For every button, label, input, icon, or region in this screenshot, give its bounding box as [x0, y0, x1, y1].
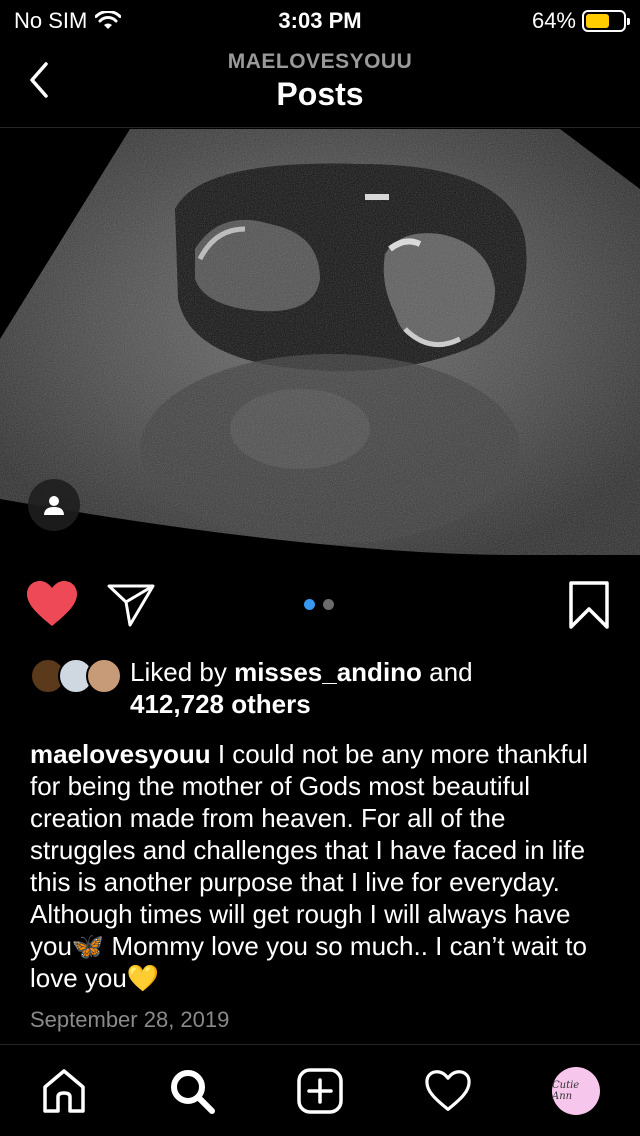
post-image[interactable] [0, 129, 640, 555]
share-paper-plane-icon[interactable] [106, 582, 156, 628]
battery-percent: 64% [531, 8, 576, 33]
caption-username[interactable]: maelovesyouu [30, 739, 211, 769]
battery-icon [582, 10, 630, 32]
post-caption: maelovesyouu I could not be any more tha… [30, 738, 615, 994]
tab-home[interactable] [38, 1065, 90, 1117]
header-username: MAELOVESYOUU [227, 50, 413, 73]
person-icon [44, 496, 64, 515]
new-post-icon [297, 1068, 343, 1114]
carousel-dot [304, 599, 315, 610]
tab-search[interactable] [166, 1065, 218, 1117]
carousel-indicator [304, 599, 334, 610]
profile-avatar: Cutie Ann [552, 1067, 600, 1115]
tab-profile[interactable]: Cutie Ann [550, 1065, 602, 1117]
likes-prefix: Liked by [130, 657, 235, 687]
liker-avatars [30, 658, 122, 696]
tab-new-post[interactable] [294, 1065, 346, 1117]
battery-level [586, 14, 610, 28]
tab-bar: Cutie Ann [0, 1044, 640, 1136]
avatar [86, 658, 122, 694]
post-date: September 28, 2019 [30, 1007, 230, 1032]
caption-text: I could not be any more thankful for bei… [30, 739, 588, 993]
home-icon [43, 1069, 85, 1113]
page-title: Posts [276, 76, 364, 112]
search-icon [171, 1070, 215, 1114]
liker-username[interactable]: misses_andino [234, 657, 422, 687]
tagged-users-button[interactable] [28, 479, 80, 531]
likes-connector: and [421, 657, 473, 687]
like-heart-icon[interactable] [26, 580, 78, 628]
profile-avatar-text: Cutie Ann [552, 1080, 580, 1102]
activity-heart-icon [425, 1070, 471, 1111]
post-actions [0, 570, 640, 640]
ultrasound-image [0, 129, 640, 555]
likes-summary[interactable]: Liked by misses_andino and 412,728 other… [30, 656, 620, 726]
nav-header: MAELOVESYOUU Posts [0, 40, 640, 128]
tab-activity[interactable] [422, 1065, 474, 1117]
carousel-dot [323, 599, 334, 610]
likes-count[interactable]: 412,728 others [130, 689, 311, 719]
status-bar: No SIM 3:03 PM 64% [0, 0, 640, 40]
bookmark-icon[interactable] [568, 580, 610, 630]
